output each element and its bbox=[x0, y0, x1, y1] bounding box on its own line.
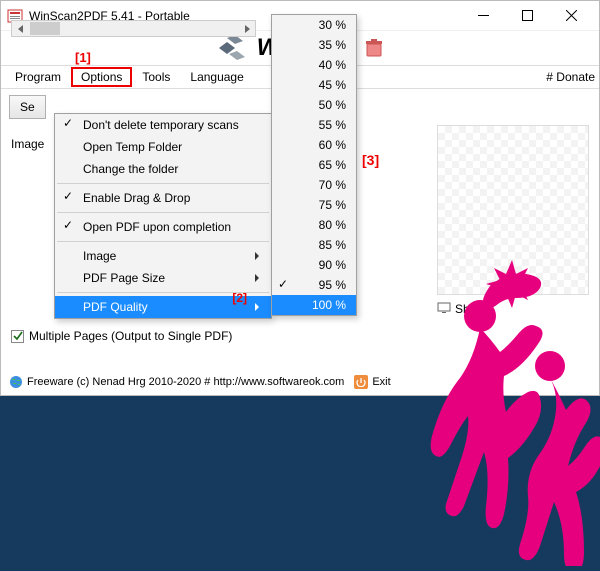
multipage-label: Multiple Pages (Output to Single PDF) bbox=[29, 329, 232, 343]
globe-icon bbox=[9, 375, 23, 389]
scroll-right-icon[interactable] bbox=[238, 21, 255, 36]
q-60[interactable]: 60 % bbox=[272, 135, 356, 155]
status-text[interactable]: Freeware (c) Nenad Hrg 2010-2020 # http:… bbox=[27, 376, 344, 388]
q-100[interactable]: 100 % bbox=[272, 295, 356, 315]
exit-label[interactable]: Exit bbox=[372, 376, 390, 388]
scanner-icon bbox=[215, 34, 249, 62]
opt-image[interactable]: Image bbox=[55, 245, 271, 267]
donate-link[interactable]: # Donate bbox=[546, 70, 595, 84]
q-40[interactable]: 40 % bbox=[272, 55, 356, 75]
scroll-left-icon[interactable] bbox=[12, 21, 29, 36]
menu-options[interactable]: Options bbox=[71, 67, 132, 87]
q-95[interactable]: 95 % bbox=[272, 275, 356, 295]
q-85[interactable]: 85 % bbox=[272, 235, 356, 255]
menu-language[interactable]: Language bbox=[180, 67, 253, 87]
q-50[interactable]: 50 % bbox=[272, 95, 356, 115]
close-button[interactable] bbox=[549, 2, 593, 30]
trash-icon bbox=[363, 37, 385, 59]
menu-tools[interactable]: Tools bbox=[132, 67, 180, 87]
maximize-button[interactable] bbox=[505, 2, 549, 30]
opt-open-temp[interactable]: Open Temp Folder bbox=[55, 136, 271, 158]
opt-open-pdf[interactable]: Open PDF upon completion bbox=[55, 216, 271, 238]
q-70[interactable]: 70 % bbox=[272, 175, 356, 195]
q-65[interactable]: 65 % bbox=[272, 155, 356, 175]
q-35[interactable]: 35 % bbox=[272, 35, 356, 55]
column-image: Image bbox=[11, 137, 44, 151]
quality-submenu: 30 % 35 % 40 % 45 % 50 % 55 % 60 % 65 % … bbox=[271, 14, 357, 316]
minimize-button[interactable] bbox=[461, 2, 505, 30]
q-55[interactable]: 55 % bbox=[272, 115, 356, 135]
q-80[interactable]: 80 % bbox=[272, 215, 356, 235]
horizontal-scrollbar[interactable] bbox=[11, 20, 256, 37]
annotation-3: [3] bbox=[362, 152, 379, 168]
menu-program[interactable]: Program bbox=[5, 67, 71, 87]
q-30[interactable]: 30 % bbox=[272, 15, 356, 35]
multipage-checkbox-row[interactable]: Multiple Pages (Output to Single PDF) bbox=[11, 329, 232, 343]
scroll-thumb[interactable] bbox=[30, 22, 60, 35]
scan-button[interactable]: Se bbox=[9, 95, 46, 119]
checkbox-icon[interactable] bbox=[11, 330, 24, 343]
q-45[interactable]: 45 % bbox=[272, 75, 356, 95]
exit-icon[interactable] bbox=[354, 375, 368, 389]
opt-change-folder[interactable]: Change the folder bbox=[55, 158, 271, 180]
opt-page-size[interactable]: PDF Page Size bbox=[55, 267, 271, 289]
q-90[interactable]: 90 % bbox=[272, 255, 356, 275]
annotation-1: [1] bbox=[75, 50, 91, 65]
opt-no-delete[interactable]: Don't delete temporary scans bbox=[55, 114, 271, 136]
q-75[interactable]: 75 % bbox=[272, 195, 356, 215]
annotation-2: [2] bbox=[232, 291, 247, 305]
dancing-figures-icon bbox=[390, 256, 600, 566]
opt-drag-drop[interactable]: Enable Drag & Drop bbox=[55, 187, 271, 209]
options-dropdown: Don't delete temporary scans Open Temp F… bbox=[54, 113, 272, 319]
